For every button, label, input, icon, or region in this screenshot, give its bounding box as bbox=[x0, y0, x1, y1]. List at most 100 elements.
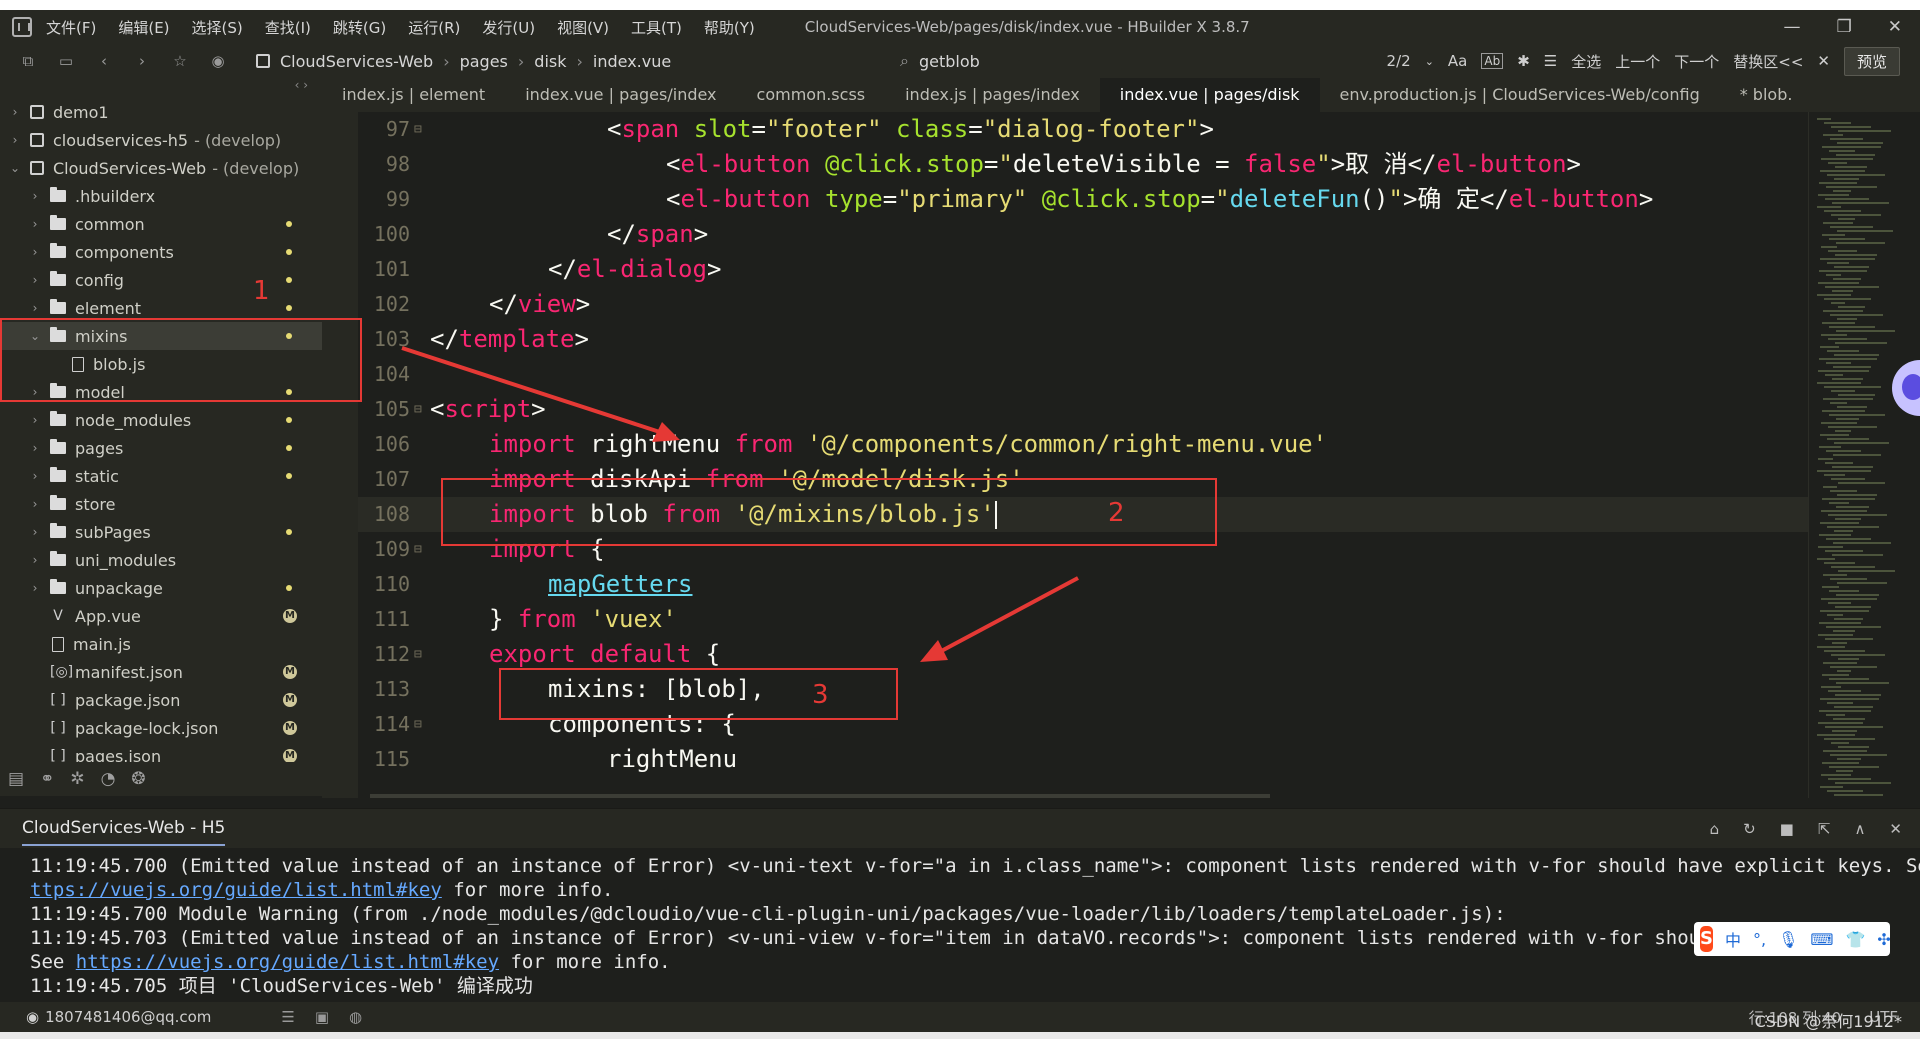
stop-icon[interactable]: ■ bbox=[1780, 820, 1794, 838]
tree-item[interactable]: › static bbox=[0, 462, 322, 490]
editor-tab[interactable]: index.vue | pages/disk bbox=[1099, 78, 1320, 112]
tree-item[interactable]: main.js bbox=[0, 630, 322, 658]
console-output[interactable]: 11:19:45.700 (Emitted value instead of a… bbox=[0, 848, 1920, 1000]
fold-icon[interactable]: ⊟ bbox=[414, 532, 422, 567]
breadcrumb-item[interactable]: CloudServices-Web bbox=[280, 52, 433, 71]
chevron-right-icon[interactable]: › bbox=[28, 245, 42, 259]
list-icon[interactable]: ☰ bbox=[1544, 52, 1557, 70]
shirt-icon[interactable]: 👕 bbox=[1845, 930, 1865, 949]
tree-item[interactable]: [ ] package-lock.json M bbox=[0, 714, 322, 742]
fold-icon[interactable]: ⊟ bbox=[414, 707, 422, 742]
code-line[interactable]: 97 ⊟ <span slot="footer" class="dialog-foo… bbox=[358, 112, 1808, 147]
chevron-right-icon[interactable]: › bbox=[28, 525, 42, 539]
chevron-right-icon[interactable]: › bbox=[28, 413, 42, 427]
chevron-down-icon[interactable]: ⌄ bbox=[1425, 55, 1434, 68]
chevron-right-icon[interactable]: › bbox=[28, 273, 42, 287]
outline-icon[interactable]: ☰ bbox=[281, 1008, 294, 1026]
tree-item[interactable]: › cloudservices-h5- (develop) bbox=[0, 126, 322, 154]
code-line[interactable]: 104 bbox=[358, 357, 1808, 392]
breadcrumb-item[interactable]: index.vue bbox=[593, 52, 671, 71]
forward-icon[interactable]: › bbox=[132, 52, 152, 70]
regex-icon[interactable]: ✱ bbox=[1517, 52, 1530, 70]
cloud-icon[interactable]: ❂ bbox=[131, 769, 145, 789]
chevron-right-icon[interactable]: › bbox=[28, 497, 42, 511]
match-case-button[interactable]: Aa bbox=[1448, 52, 1467, 70]
collapse-sidebar-icon[interactable]: ‹ › bbox=[295, 78, 308, 92]
breadcrumb-item[interactable]: pages bbox=[460, 52, 508, 71]
chevron-right-icon[interactable]: › bbox=[28, 189, 42, 203]
explorer-icon[interactable]: ▤ bbox=[8, 769, 24, 789]
find-next-button[interactable]: 下一个 bbox=[1674, 51, 1719, 72]
minimize-icon[interactable]: — bbox=[1784, 17, 1801, 37]
chevron-down-icon[interactable]: ⌄ bbox=[8, 161, 22, 175]
star-icon[interactable]: ☆ bbox=[170, 52, 190, 70]
menu-item[interactable]: 跳转(G) bbox=[333, 17, 386, 38]
image-icon[interactable]: ▣ bbox=[315, 1008, 329, 1026]
export-icon[interactable]: ⇱ bbox=[1818, 820, 1831, 838]
tree-item[interactable]: › .hbuilderx bbox=[0, 182, 322, 210]
refresh-icon[interactable]: ↻ bbox=[1743, 820, 1756, 838]
run-icon[interactable]: ◉ bbox=[208, 52, 228, 70]
chevron-right-icon[interactable]: › bbox=[8, 105, 22, 119]
tree-item[interactable]: › uni_modules bbox=[0, 546, 322, 574]
new-file-icon[interactable]: ⧉ bbox=[18, 52, 38, 70]
menu-item[interactable]: 编辑(E) bbox=[118, 17, 169, 38]
chevron-right-icon[interactable]: › bbox=[28, 301, 42, 315]
menu-item[interactable]: 查找(I) bbox=[265, 17, 311, 38]
editor-tab[interactable]: index.js | pages/index bbox=[885, 78, 1100, 112]
tree-item[interactable]: › config bbox=[0, 266, 322, 294]
menu-item[interactable]: 运行(R) bbox=[408, 17, 460, 38]
tree-item[interactable]: [ ] pages.json M bbox=[0, 742, 322, 762]
tree-item[interactable]: ⌄ CloudServices-Web - (develop) bbox=[0, 154, 322, 182]
code-line[interactable]: 106 import rightMenu from '@/components/c… bbox=[358, 427, 1808, 462]
debug-icon[interactable]: ✲ bbox=[70, 769, 84, 789]
chevron-right-icon[interactable]: › bbox=[28, 217, 42, 231]
menu-item[interactable]: 工具(T) bbox=[631, 17, 682, 38]
plugin-icon[interactable]: ⚭ bbox=[40, 769, 54, 789]
close-icon[interactable]: ✕ bbox=[1888, 17, 1902, 37]
editor-tab[interactable]: * blob. bbox=[1720, 78, 1813, 112]
chevron-right-icon[interactable]: › bbox=[28, 441, 42, 455]
chevron-right-icon[interactable]: › bbox=[8, 133, 22, 147]
tree-item[interactable]: V App.vue M bbox=[0, 602, 322, 630]
console-link[interactable]: ttps://vuejs.org/guide/list.html#key bbox=[30, 879, 442, 901]
whole-word-button[interactable]: Ab bbox=[1481, 53, 1504, 69]
code-line[interactable]: 101 </el-dialog> bbox=[358, 252, 1808, 287]
menu-item[interactable]: 文件(F) bbox=[46, 17, 96, 38]
source-control-icon[interactable]: ◔ bbox=[101, 769, 116, 789]
chevron-right-icon[interactable]: › bbox=[28, 581, 42, 595]
console-tab[interactable]: CloudServices-Web - H5 bbox=[22, 812, 226, 846]
ime-mode-label[interactable]: 中 bbox=[1725, 927, 1741, 951]
find-prev-button[interactable]: 上一个 bbox=[1615, 51, 1660, 72]
tree-item[interactable]: › node_modules bbox=[0, 406, 322, 434]
code-line[interactable]: 100 </span> bbox=[358, 217, 1808, 252]
maximize-icon[interactable]: ❐ bbox=[1837, 17, 1852, 37]
user-account[interactable]: 1807481406@qq.com bbox=[45, 1008, 211, 1026]
tree-item[interactable]: [ ] package.json M bbox=[0, 686, 322, 714]
collapse-console-icon[interactable]: ∧ bbox=[1854, 820, 1865, 838]
editor-tab[interactable]: env.production.js | CloudServices-Web/co… bbox=[1320, 78, 1720, 112]
menu-item[interactable]: 发行(U) bbox=[482, 17, 535, 38]
replace-toggle-button[interactable]: 替换区<< bbox=[1733, 51, 1803, 72]
clear-console-icon[interactable]: ⌂ bbox=[1710, 820, 1720, 838]
menu-item[interactable]: 选择(S) bbox=[192, 17, 243, 38]
code-line[interactable]: 110 mapGetters bbox=[358, 567, 1808, 602]
find-input[interactable]: getblob bbox=[919, 52, 980, 71]
tree-item[interactable]: › demo1 bbox=[0, 98, 322, 126]
tree-item[interactable]: › store bbox=[0, 490, 322, 518]
code-line[interactable]: 98 <el-button @click.stop="deleteVisible … bbox=[358, 147, 1808, 182]
horizontal-scrollbar[interactable] bbox=[370, 794, 1270, 798]
input-method-toolbar[interactable]: S 中 °, 🎙 ⌨ 👕 ✣ bbox=[1694, 922, 1891, 956]
editor-tab[interactable]: index.vue | pages/index bbox=[505, 78, 736, 112]
back-icon[interactable]: ‹ bbox=[94, 52, 114, 70]
tree-item[interactable]: › subPages bbox=[0, 518, 322, 546]
save-icon[interactable]: ▭ bbox=[56, 52, 76, 70]
apps-icon[interactable]: ✣ bbox=[1877, 930, 1890, 949]
code-line[interactable]: 99 <el-button type="primary" @click.stop=… bbox=[358, 182, 1808, 217]
code-line[interactable]: 103 </template> bbox=[358, 322, 1808, 357]
minimap[interactable] bbox=[1808, 112, 1920, 798]
tree-item[interactable]: › common bbox=[0, 210, 322, 238]
code-line[interactable]: 112 ⊟ export default { bbox=[358, 637, 1808, 672]
close-find-icon[interactable]: ✕ bbox=[1817, 52, 1830, 70]
tree-item[interactable]: › components bbox=[0, 238, 322, 266]
